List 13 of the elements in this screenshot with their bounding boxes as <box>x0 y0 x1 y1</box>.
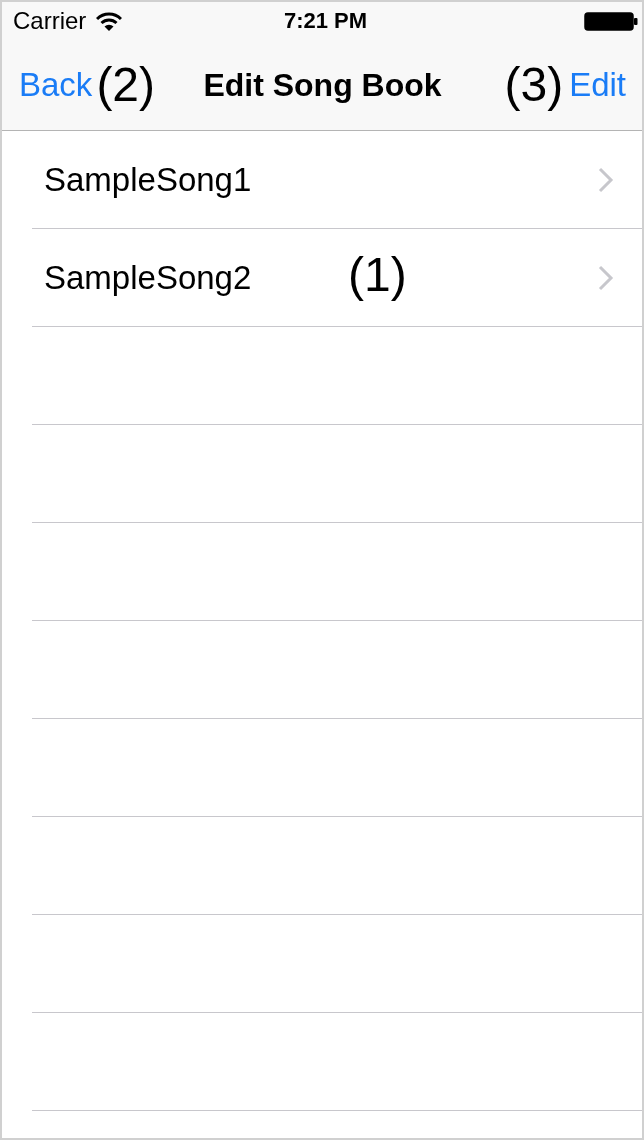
status-time: 7:21 PM <box>283 8 368 34</box>
annotation-number: (1) <box>348 250 407 301</box>
chevron-icon <box>598 264 614 291</box>
edit-button[interactable]: Edit <box>569 66 626 104</box>
annotation-number: (3) <box>504 59 564 111</box>
battery-icon <box>584 11 638 31</box>
carrier-name: Carrier <box>13 7 87 35</box>
chevron-icon <box>598 166 614 193</box>
annotation-number: (2) <box>96 59 156 111</box>
wifi-icon <box>96 11 123 31</box>
nav-title: Edit Song Book <box>203 66 442 104</box>
song-row[interactable]: SampleSong1 <box>32 131 642 229</box>
back-button[interactable]: Back <box>19 66 93 104</box>
